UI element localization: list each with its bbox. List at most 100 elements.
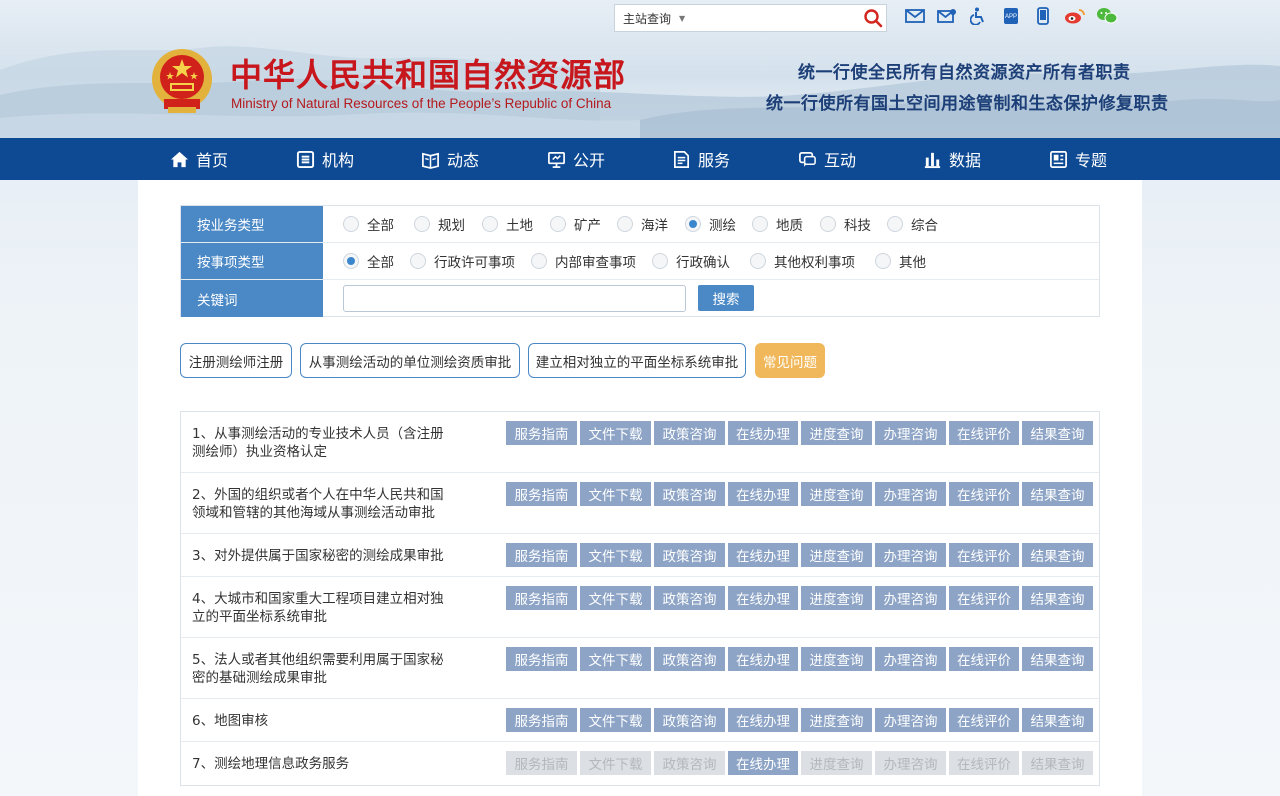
action-policy-button[interactable]: 政策咨询: [654, 543, 725, 567]
radio-item-other[interactable]: 其他: [875, 243, 926, 279]
interact-icon: [799, 151, 816, 167]
nav-item-org[interactable]: 机构: [296, 138, 354, 180]
tag-surveyor-registration[interactable]: 注册测绘师注册: [180, 343, 292, 378]
action-progress-button[interactable]: 进度查询: [801, 586, 872, 610]
action-progress-button[interactable]: 进度查询: [801, 421, 872, 445]
action-rating-button[interactable]: 在线评价: [949, 482, 1019, 506]
action-online-button[interactable]: 在线办理: [728, 543, 798, 567]
nav-item-home[interactable]: 首页: [170, 138, 228, 180]
nav-item-open[interactable]: 公开: [547, 138, 605, 180]
action-online-button[interactable]: 在线办理: [728, 751, 798, 775]
action-consult-button[interactable]: 办理咨询: [875, 482, 946, 506]
action-online-button[interactable]: 在线办理: [728, 421, 798, 445]
radio-business-land[interactable]: 土地: [482, 206, 533, 242]
radio-item-admin-license[interactable]: 行政许可事项: [410, 243, 515, 279]
action-result-button[interactable]: 结果查询: [1022, 421, 1093, 445]
action-guide-button[interactable]: 服务指南: [506, 586, 577, 610]
action-download-button[interactable]: 文件下载: [580, 647, 651, 671]
action-result-button[interactable]: 结果查询: [1022, 586, 1093, 610]
nav-item-news[interactable]: 动态: [421, 138, 479, 180]
action-policy-button[interactable]: 政策咨询: [654, 586, 725, 610]
action-download-button[interactable]: 文件下载: [580, 708, 651, 732]
action-online-button[interactable]: 在线办理: [728, 708, 798, 732]
radio-business-tech[interactable]: 科技: [820, 206, 871, 242]
mobile-icon[interactable]: [1032, 6, 1054, 26]
site-search-input[interactable]: [704, 5, 859, 31]
action-consult-button[interactable]: 办理咨询: [875, 421, 946, 445]
tag-faq[interactable]: 常见问题: [755, 343, 825, 378]
search-button[interactable]: [859, 5, 886, 31]
action-rating-button[interactable]: 在线评价: [949, 647, 1019, 671]
action-progress-button[interactable]: 进度查询: [801, 482, 872, 506]
nav-item-service[interactable]: 服务: [672, 138, 730, 180]
action-policy-button[interactable]: 政策咨询: [654, 708, 725, 732]
radio-business-all[interactable]: 全部: [343, 206, 394, 242]
action-online-button[interactable]: 在线办理: [728, 482, 798, 506]
nav-label: 数据: [949, 151, 982, 170]
action-consult-button[interactable]: 办理咨询: [875, 708, 946, 732]
search-scope-select[interactable]: 主站查询 ▼: [615, 10, 704, 27]
tag-unit-qualification[interactable]: 从事测绘活动的单位测绘资质审批: [300, 343, 520, 378]
keyword-input[interactable]: [343, 285, 686, 312]
filter-label: 关键词: [181, 280, 323, 317]
action-progress-button[interactable]: 进度查询: [801, 708, 872, 732]
action-rating-button[interactable]: 在线评价: [949, 586, 1019, 610]
nav-label: 机构: [322, 151, 355, 170]
weibo-icon[interactable]: [1064, 6, 1086, 26]
main-nav: 首页 机构 动态 公开 服务 互动 数据 专题: [0, 138, 1280, 180]
radio-business-general[interactable]: 综合: [887, 206, 938, 242]
mail-icon[interactable]: [904, 6, 926, 26]
accessibility-icon[interactable]: [968, 6, 990, 26]
action-rating-button[interactable]: 在线评价: [949, 543, 1019, 567]
action-download-button[interactable]: 文件下载: [580, 482, 651, 506]
radio-business-surveying[interactable]: 测绘: [685, 206, 736, 242]
chevron-down-icon: ▼: [679, 13, 686, 23]
action-guide-button[interactable]: 服务指南: [506, 647, 577, 671]
action-guide-button[interactable]: 服务指南: [506, 543, 577, 567]
radio-business-ocean[interactable]: 海洋: [617, 206, 668, 242]
action-consult-button[interactable]: 办理咨询: [875, 647, 946, 671]
radio-business-geology[interactable]: 地质: [752, 206, 803, 242]
action-progress-button[interactable]: 进度查询: [801, 647, 872, 671]
nav-item-data[interactable]: 数据: [923, 138, 981, 180]
action-online-button[interactable]: 在线办理: [728, 647, 798, 671]
radio-item-admin-confirm[interactable]: 行政确认: [652, 243, 730, 279]
action-guide-button[interactable]: 服务指南: [506, 708, 577, 732]
action-result-button[interactable]: 结果查询: [1022, 708, 1093, 732]
service-row: 5、法人或者其他组织需要利用属于国家秘 密的基础测绘成果审批 服务指南 文件下载 政策咨…: [181, 638, 1099, 699]
action-rating-button: 在线评价: [949, 751, 1019, 775]
radio-item-internal-review[interactable]: 内部审查事项: [531, 243, 636, 279]
mailbox-icon[interactable]: [936, 6, 958, 26]
service-name: 2、外国的组织或者个人在中华人民共和国 领域和管辖的其他海域从事测绘活动审批: [192, 486, 450, 522]
radio-business-mineral[interactable]: 矿产: [550, 206, 601, 242]
action-result-button[interactable]: 结果查询: [1022, 482, 1093, 506]
action-guide-button[interactable]: 服务指南: [506, 482, 577, 506]
action-guide-button[interactable]: 服务指南: [506, 421, 577, 445]
tag-coordinate-system[interactable]: 建立相对独立的平面坐标系统审批: [528, 343, 746, 378]
radio-item-all[interactable]: 全部: [343, 243, 394, 279]
radio-item-other-rights[interactable]: 其他权利事项: [750, 243, 855, 279]
radio-business-planning[interactable]: 规划: [414, 206, 465, 242]
wechat-icon[interactable]: [1096, 6, 1118, 26]
news-icon: [422, 152, 439, 169]
action-policy-button[interactable]: 政策咨询: [654, 647, 725, 671]
keyword-search-button[interactable]: 搜索: [698, 285, 754, 311]
action-result-button[interactable]: 结果查询: [1022, 543, 1093, 567]
nav-item-interact[interactable]: 互动: [798, 138, 856, 180]
action-result-button[interactable]: 结果查询: [1022, 647, 1093, 671]
action-download-button[interactable]: 文件下载: [580, 586, 651, 610]
service-name: 3、对外提供属于国家秘密的测绘成果审批: [192, 547, 450, 565]
action-download-button[interactable]: 文件下载: [580, 421, 651, 445]
action-progress-button[interactable]: 进度查询: [801, 543, 872, 567]
action-rating-button[interactable]: 在线评价: [949, 421, 1019, 445]
action-rating-button[interactable]: 在线评价: [949, 708, 1019, 732]
nav-item-topic[interactable]: 专题: [1049, 138, 1107, 180]
app-icon[interactable]: APP: [1000, 6, 1022, 26]
action-online-button[interactable]: 在线办理: [728, 586, 798, 610]
action-consult-button[interactable]: 办理咨询: [875, 543, 946, 567]
action-download-button[interactable]: 文件下载: [580, 543, 651, 567]
action-policy-button[interactable]: 政策咨询: [654, 482, 725, 506]
action-policy-button[interactable]: 政策咨询: [654, 421, 725, 445]
action-consult-button[interactable]: 办理咨询: [875, 586, 946, 610]
service-icon: [673, 150, 690, 168]
